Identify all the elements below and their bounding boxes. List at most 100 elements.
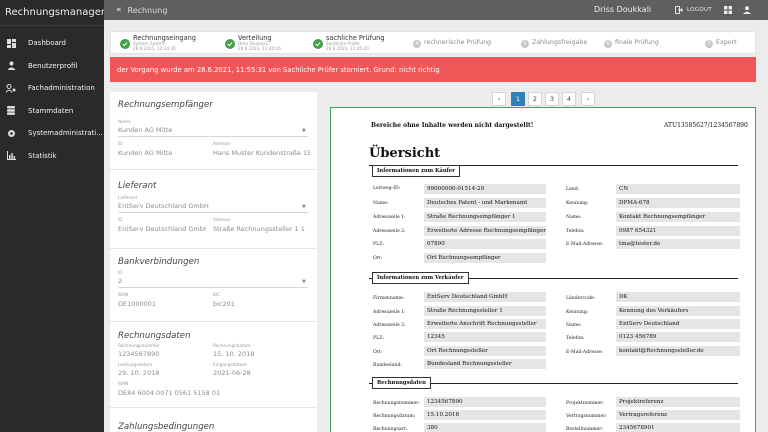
- field-value: 1234567890: [424, 397, 546, 407]
- sidebar-item-systemadministration[interactable]: Systemadministrati...: [0, 122, 104, 145]
- field-label: Name:: [566, 215, 582, 220]
- recipient-id-field[interactable]: Kunden AG Mitte: [118, 149, 206, 157]
- field-value: Erweiterte Adresse Rechnungsempfänger: [424, 226, 546, 236]
- step-time: 28.6.2021, 11:34:30: [133, 45, 176, 51]
- section-title: Lieferant: [118, 181, 157, 191]
- invoice-document-preview: Bereiche ohne Inhalte werden nicht darge…: [330, 107, 756, 432]
- service-date-field[interactable]: 29. 10. 2018: [118, 369, 206, 377]
- sidebar-item-label: Stammdaten: [28, 106, 74, 115]
- field-value: Kontakt Rechnungsempfänger: [616, 212, 740, 222]
- workflow-stepper: Rechnungseingang System System 28.6.2021, …: [110, 31, 756, 54]
- logout-button[interactable]: LOGOUT: [675, 6, 712, 14]
- field-underline: [118, 136, 308, 137]
- field-label: Rechnungsnummer: [118, 344, 160, 349]
- field-value: Bundesland Rechnungssteller: [424, 359, 546, 369]
- pager-prev-button[interactable]: ‹: [492, 92, 506, 106]
- step-number: 6: [604, 39, 612, 48]
- field-label: IBAN: [118, 293, 129, 298]
- receipt-date-field[interactable]: 2021-06-28: [213, 369, 310, 377]
- sidebar-item-stammdaten[interactable]: Stammdaten: [0, 100, 104, 123]
- app-title: Rechnungsmanager: [0, 0, 105, 26]
- step-rechnerische-pruefung[interactable]: 4 rechnerische Prüfung: [413, 32, 491, 55]
- sidebar-item-dashboard[interactable]: Dashboard: [0, 32, 104, 55]
- bank-bic-field[interactable]: bic201: [213, 300, 310, 308]
- field-label: Adresszeile 1:: [373, 310, 406, 315]
- step-zahlungsfreigabe[interactable]: 5 Zahlungsfreigabe: [521, 32, 587, 55]
- supplier-id-field[interactable]: EntServ Deutschland GmbH: [118, 225, 206, 233]
- step-label: finale Prüfung: [615, 39, 659, 47]
- dashboard-icon: [6, 38, 16, 48]
- field-value: kontakt@Rechnungssteller.de: [616, 346, 740, 356]
- user-name: Driss Doukkali: [594, 5, 652, 14]
- pager-page-4[interactable]: 4: [562, 92, 576, 106]
- field-value: CN: [616, 184, 740, 194]
- recipient-name-select[interactable]: Kunden AG Mitte: [118, 126, 298, 134]
- sidebar-item-label: Fachadministration: [28, 84, 95, 93]
- collapse-sidebar-icon[interactable]: «: [116, 5, 122, 15]
- step-rechnungseingang[interactable]: Rechnungseingang System System 28.6.2021, …: [120, 32, 196, 55]
- field-label: Ort:: [373, 350, 383, 355]
- sidebar-nav: Dashboard Benutzerprofil Fachadministrat…: [0, 32, 104, 167]
- step-finale-pruefung[interactable]: 6 finale Prüfung: [604, 32, 659, 55]
- field-value: 380: [424, 423, 546, 432]
- sidebar-item-label: Systemadministrati...: [28, 129, 103, 138]
- sidebar-item-benutzerprofil[interactable]: Benutzerprofil: [0, 55, 104, 78]
- field-label: Name:: [566, 323, 582, 328]
- people-settings-icon: [6, 83, 16, 93]
- logout-icon: [675, 6, 683, 14]
- field-label: ID: [118, 142, 123, 147]
- pager-page-3[interactable]: 3: [545, 92, 559, 106]
- account-icon[interactable]: [743, 6, 751, 16]
- recipient-section: Rechnungsempfänger Name Kunden AG Mitte …: [110, 92, 317, 170]
- seller-section-title: Informationen zum Verkäufer: [372, 272, 469, 284]
- field-value: DK: [616, 292, 740, 302]
- field-label: Adresszeile 2:: [373, 229, 406, 234]
- sidebar-item-fachadministration[interactable]: Fachadministration: [0, 77, 104, 100]
- field-label: Adresse: [213, 142, 231, 147]
- field-value: Deutsches Patent - und Markenamt: [424, 198, 546, 208]
- recipient-address-field[interactable]: Hans Muster Kundenstraße 15: [213, 149, 310, 157]
- field-value: 12345: [424, 332, 546, 342]
- invoice-iban-field[interactable]: DE84 6004 0071 0561 5158 01: [118, 389, 308, 397]
- field-label: Kennung:: [566, 310, 589, 315]
- field-label: Rechnungsart:: [373, 427, 408, 432]
- bank-id-select[interactable]: 2: [118, 277, 298, 285]
- supplier-select[interactable]: EntServ Deutschland GmbH: [118, 202, 298, 210]
- logout-label: LOGOUT: [687, 7, 712, 13]
- field-value: Projektreferenz: [616, 397, 740, 407]
- step-verteilung[interactable]: Verteilung Driss Doukkali 28.6.2021, 11:44…: [225, 32, 281, 55]
- pager-page-2[interactable]: 2: [528, 92, 542, 106]
- step-time: 28.6.2021, 11:44:16: [238, 45, 281, 51]
- pager-next-button[interactable]: ›: [581, 92, 595, 106]
- field-label: Vertragsnummer:: [566, 414, 607, 419]
- field-value: 67890: [424, 239, 546, 249]
- database-icon: [6, 106, 16, 116]
- field-label: IBAN: [118, 382, 129, 387]
- section-title: Rechnungsempfänger: [118, 100, 213, 110]
- step-sachliche-pruefung[interactable]: sachliche Prüfung Sachliche Prüfer 28.6.20…: [313, 32, 385, 55]
- invoice-number-field[interactable]: 1234567890: [118, 350, 206, 358]
- field-label: PLZ:: [373, 336, 384, 341]
- field-underline: [118, 212, 308, 213]
- sidebar-item-statistik[interactable]: Statistik: [0, 145, 104, 168]
- pager-page-1[interactable]: 1: [511, 92, 525, 106]
- apps-grid-icon[interactable]: [724, 6, 732, 16]
- field-label: Bundesland:: [373, 363, 402, 368]
- bank-section: Bankverbindungen ID 2 ▼ IBAN DE1000001 B…: [110, 249, 317, 322]
- invoice-date-field[interactable]: 15. 10. 2018: [213, 350, 310, 358]
- sidebar-item-label: Statistik: [28, 151, 57, 160]
- breadcrumb: Rechnung: [127, 5, 168, 15]
- step-export[interactable]: 7 Export: [705, 32, 737, 55]
- field-label: Firmenname:: [373, 296, 405, 301]
- field-label: Leitweg-ID:: [373, 186, 401, 191]
- field-value: EntServ Deutschland: [616, 319, 740, 329]
- document-reference: ATU13585627/1234567890: [664, 122, 748, 129]
- field-underline: [118, 287, 308, 288]
- step-label: Zahlungsfreigabe: [532, 39, 588, 47]
- field-value: Ort Rechnungsempfänger: [424, 253, 546, 263]
- step-number: 5: [521, 39, 529, 48]
- supplier-address-field[interactable]: Straße Rechnungssteller 1 1: [213, 225, 310, 233]
- buyer-section-title: Informationen zum Käufer: [372, 165, 460, 177]
- bank-iban-field[interactable]: DE1000001: [118, 300, 206, 308]
- check-icon: [225, 38, 235, 49]
